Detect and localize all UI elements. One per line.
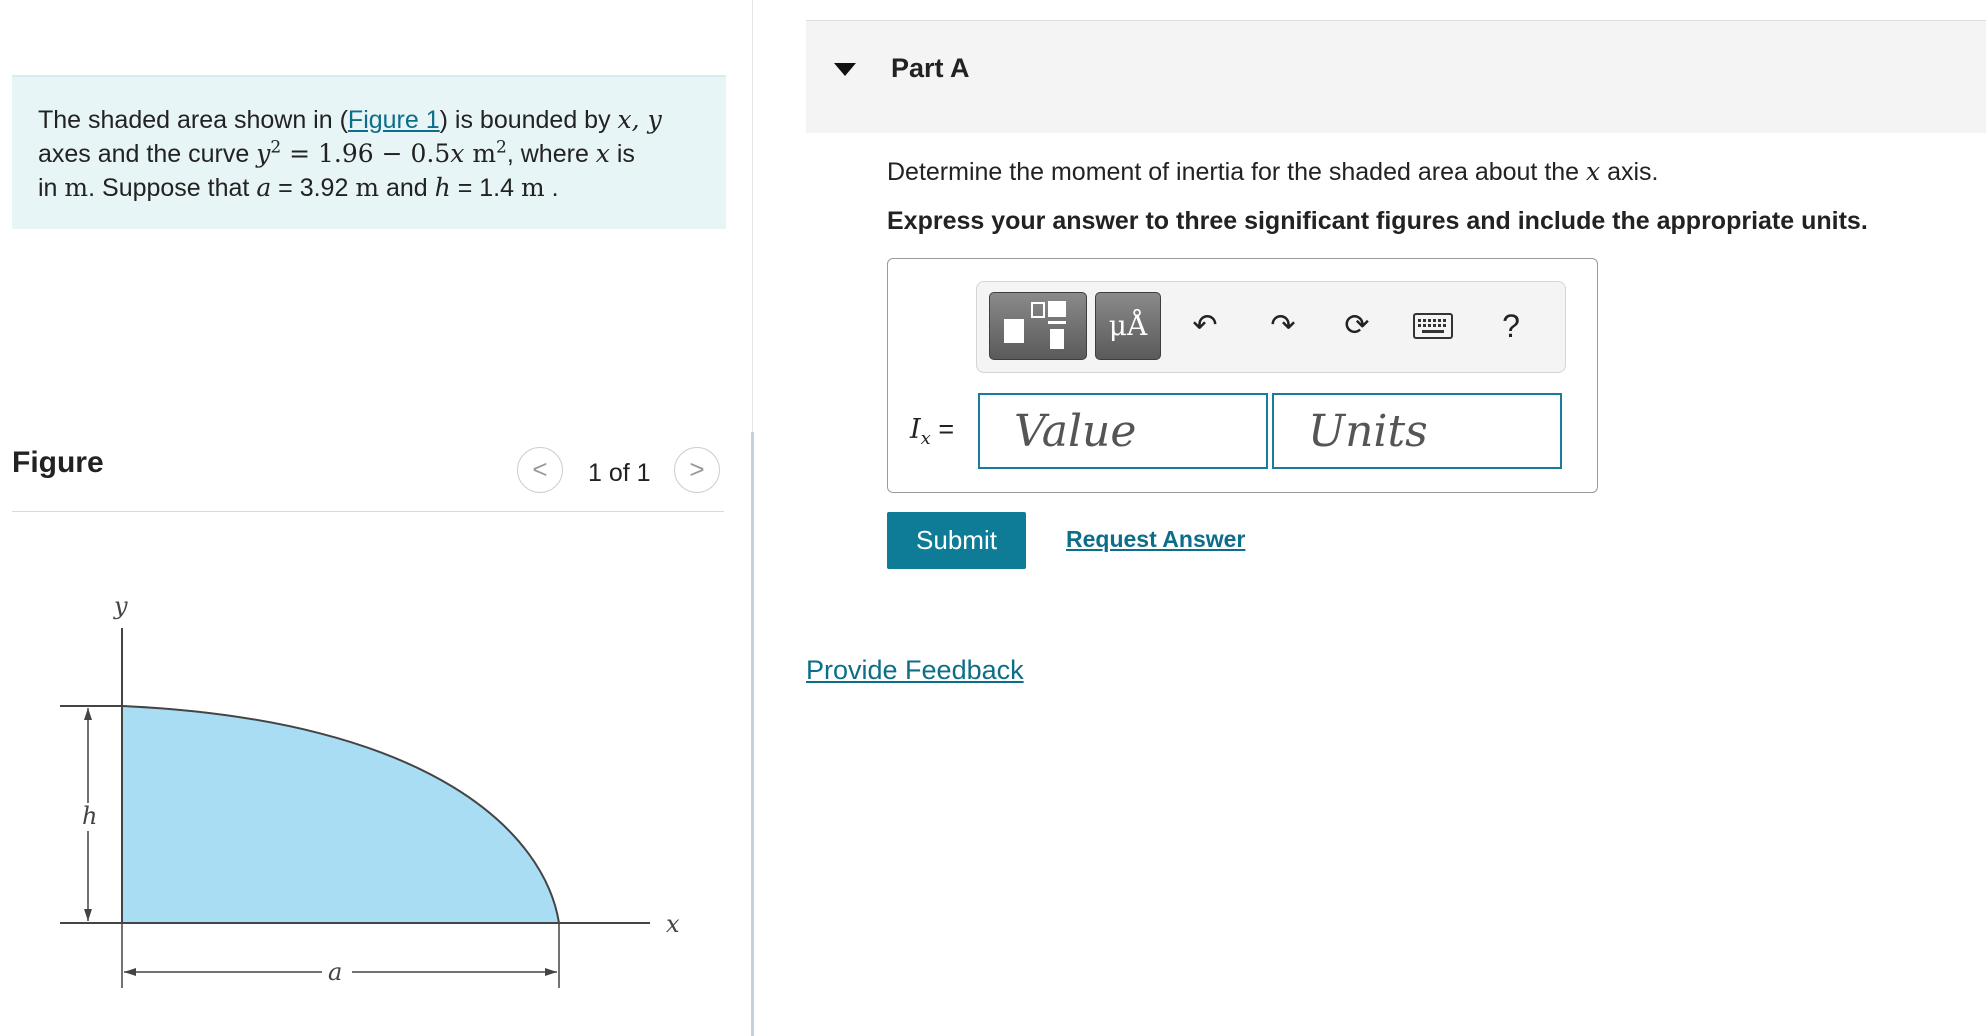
redo-icon: ↷ xyxy=(1270,309,1296,342)
redo-button[interactable]: ↷ xyxy=(1261,304,1305,348)
math-var: h xyxy=(434,173,451,202)
part-title: Part A xyxy=(891,53,970,83)
math-var: x xyxy=(595,139,610,168)
answer-box: μÅ ↶ ↷ ⟳ ? Ix = Value Units xyxy=(887,258,1598,493)
h-label: h xyxy=(82,802,97,830)
figure-divider xyxy=(12,511,724,512)
figure-counter: 1 of 1 xyxy=(588,459,651,487)
equals-sign: = xyxy=(930,414,955,444)
problem-text: . Suppose that xyxy=(88,174,257,202)
y-axis-label: y xyxy=(113,592,128,620)
math-comma: , xyxy=(631,105,648,134)
math-exponent: 2 xyxy=(496,137,507,158)
prev-figure-button[interactable]: < xyxy=(517,447,563,493)
problem-text: , where xyxy=(506,140,596,168)
math-var: x xyxy=(1586,157,1601,186)
a-arrow-right xyxy=(545,968,557,976)
value-input[interactable] xyxy=(978,393,1268,469)
templates-icon xyxy=(1004,301,1066,349)
figure-diagram: h a y x xyxy=(60,592,680,988)
units-input[interactable] xyxy=(1272,393,1562,469)
figure-title: Figure xyxy=(12,446,104,479)
help-icon: ? xyxy=(1502,308,1520,344)
math-unit: m xyxy=(64,173,89,202)
undo-button[interactable]: ↶ xyxy=(1183,304,1227,348)
pane-divider-top xyxy=(752,0,753,432)
answer-label: Ix = xyxy=(910,414,954,449)
problem-text: and xyxy=(379,174,435,202)
next-figure-button[interactable]: > xyxy=(674,447,720,493)
reset-button[interactable]: ⟳ xyxy=(1335,304,1379,348)
problem-value: = 3.92 xyxy=(271,174,356,202)
problem-text: The shaded area shown in ( xyxy=(38,106,348,134)
math-var: a xyxy=(256,173,272,202)
keyboard-icon xyxy=(1413,313,1453,339)
problem-text: axes and the curve xyxy=(38,140,257,168)
help-button[interactable]: ? xyxy=(1489,304,1533,348)
question-text: Determine the moment of inertia for the … xyxy=(887,157,1659,187)
math-var: x xyxy=(617,105,632,134)
reset-icon: ⟳ xyxy=(1344,309,1370,342)
math-unit: m xyxy=(464,139,497,168)
templates-button[interactable] xyxy=(989,292,1087,360)
math-var: y xyxy=(647,105,662,134)
keyboard-button[interactable] xyxy=(1411,304,1455,348)
caret-down-icon xyxy=(834,63,856,76)
pane-resize-handle[interactable] xyxy=(751,432,754,1036)
undo-icon: ↶ xyxy=(1192,309,1218,342)
math-var: y xyxy=(256,139,271,168)
problem-text: is xyxy=(609,140,635,168)
math-unit: m xyxy=(520,173,545,202)
math-exponent: 2 xyxy=(270,137,282,158)
problem-text: ) is bounded by xyxy=(439,106,618,134)
a-arrow-left xyxy=(124,968,136,976)
request-answer-link[interactable]: Request Answer xyxy=(1066,526,1245,553)
question-part: axis. xyxy=(1600,158,1659,186)
instruction-text: Express your answer to three significant… xyxy=(887,207,1868,235)
chevron-left-icon: < xyxy=(532,454,548,484)
figure-link[interactable]: Figure 1 xyxy=(348,106,440,134)
h-arrow-bottom xyxy=(84,909,92,921)
x-axis-label: x xyxy=(666,910,680,938)
problem-value: = 1.4 xyxy=(450,174,521,202)
math-unit: m xyxy=(355,173,380,202)
provide-feedback-link[interactable]: Provide Feedback xyxy=(806,655,1024,686)
submit-button[interactable]: Submit xyxy=(887,512,1026,569)
units-button[interactable]: μÅ xyxy=(1095,292,1161,360)
part-a-header[interactable]: Part A xyxy=(806,20,1986,133)
problem-statement: The shaded area shown in (Figure 1) is b… xyxy=(12,75,726,229)
page: The shaded area shown in (Figure 1) is b… xyxy=(0,0,1986,1036)
a-label: a xyxy=(328,958,342,986)
math-subscript: x xyxy=(920,428,931,449)
math-var: I xyxy=(910,414,921,445)
math-toolbar: μÅ ↶ ↷ ⟳ ? xyxy=(976,281,1566,373)
h-arrow-top xyxy=(84,708,92,720)
chevron-right-icon: > xyxy=(689,454,705,484)
math-expr: = 1.96 − 0.5 xyxy=(281,139,451,168)
problem-text: in xyxy=(38,174,65,202)
math-var: x xyxy=(450,139,465,168)
question-part: Determine the moment of inertia for the … xyxy=(887,158,1587,186)
units-icon: μÅ xyxy=(1108,309,1148,342)
problem-text: . xyxy=(544,174,559,202)
left-pane: The shaded area shown in (Figure 1) is b… xyxy=(0,0,752,1036)
